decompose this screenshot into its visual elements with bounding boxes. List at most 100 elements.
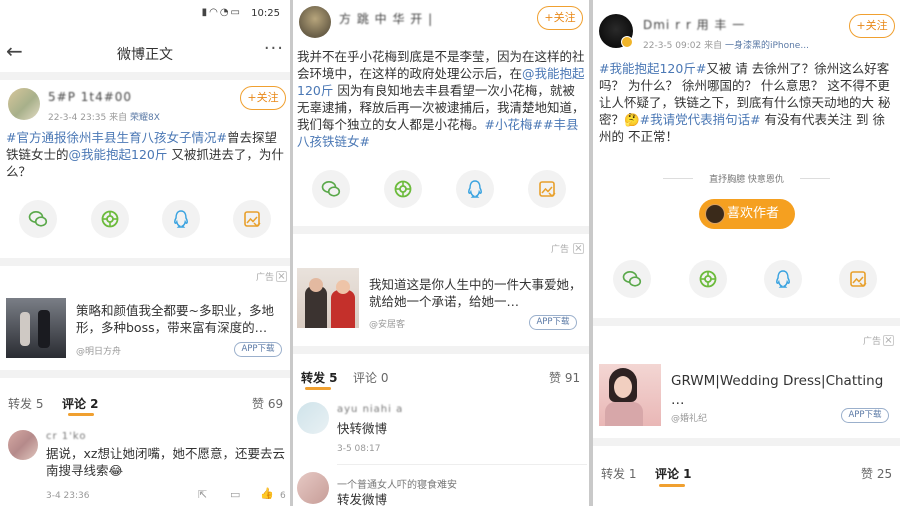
share-qq-button[interactable] (764, 260, 802, 298)
status-icons: ▮◠◔▭ (202, 7, 242, 18)
tab-comment[interactable]: 评论 2 (62, 395, 99, 412)
ad-source: @安居客 (369, 320, 406, 330)
repost-avatar[interactable] (297, 472, 329, 504)
tab-bar: 转发 5 评论 2 赞 69 (0, 392, 290, 422)
reward-note: 直抒胸臆 快意恩仇 (709, 175, 784, 185)
share-comment-icon[interactable]: ⇱ (198, 488, 207, 501)
share-qq-button[interactable] (456, 170, 494, 208)
screenshot-panel-1: ▮◠◔▭ 10:25 ← 微博正文 ··· 5#P 1t4#00 22-3-4 … (0, 0, 290, 506)
follow-button[interactable]: +关注 (240, 86, 286, 110)
ad-label: 广告 (551, 245, 570, 255)
ad-text[interactable]: 我知道这是你人生中的一件大事爱她，就给她一个承诺，给她一… (369, 276, 583, 310)
follow-button[interactable]: +关注 (849, 14, 895, 38)
username[interactable]: Dmi r r 用 丰 一 (643, 16, 745, 33)
hashtag[interactable]: #官方通报徐州丰县生育八孩女子情况# (6, 130, 227, 145)
app-download-button[interactable]: APP下载 (841, 408, 889, 423)
tab-repost[interactable]: 转发 1 (601, 465, 636, 482)
repost-avatar[interactable] (297, 402, 329, 434)
tab-repost[interactable]: 转发 5 (8, 395, 43, 412)
share-save-button[interactable] (528, 170, 566, 208)
divider (293, 346, 589, 354)
thumb-up-icon[interactable]: 👍 (260, 487, 274, 500)
hashtag[interactable]: #小花梅# (485, 117, 543, 132)
avatar[interactable] (8, 88, 40, 120)
share-save-button[interactable] (233, 200, 271, 238)
share-wechat-button[interactable] (613, 260, 651, 298)
ad-close-icon[interactable]: × (573, 243, 584, 254)
thinking-emoji: 🤔 (624, 112, 640, 127)
moments-icon (699, 270, 717, 288)
hashtag[interactable]: #我能抱起120斤# (599, 61, 706, 76)
tab-repost[interactable]: 转发 5 (301, 369, 338, 386)
share-qq-button[interactable] (162, 200, 200, 238)
comment-like-count: 6 (280, 491, 286, 501)
page-title: 微博正文 (117, 47, 173, 63)
tab-like[interactable]: 赞 91 (549, 369, 580, 386)
ad-thumbnail[interactable] (599, 364, 661, 426)
tab-bar: 转发 5 评论 0 赞 91 (293, 366, 589, 396)
follow-button[interactable]: +关注 (537, 6, 583, 30)
more-dots-icon[interactable]: ··· (264, 38, 284, 59)
ad-thumbnail[interactable] (6, 298, 66, 358)
divider (337, 464, 587, 465)
qq-icon (776, 270, 790, 288)
tab-indicator (659, 484, 685, 487)
share-moments-button[interactable] (689, 260, 727, 298)
comment-avatar[interactable] (8, 430, 38, 460)
post-device[interactable]: 一身漆黑的iPhone... (725, 41, 809, 51)
mention-link[interactable]: @我能抱起120斤 (69, 147, 168, 162)
share-wechat-button[interactable] (312, 170, 350, 208)
share-moments-button[interactable] (384, 170, 422, 208)
app-download-button[interactable]: APP下载 (234, 342, 282, 357)
repost-username[interactable]: ayu niahi a (337, 404, 403, 415)
wifi-icon: ◠ (209, 7, 220, 18)
divider (0, 258, 290, 266)
ad-thumbnail[interactable] (297, 268, 359, 328)
share-wechat-button[interactable] (19, 200, 57, 238)
share-moments-button[interactable] (91, 200, 129, 238)
divider (663, 178, 693, 179)
hashtag[interactable]: #我请党代表捎句话# (640, 112, 761, 127)
ad-figure (20, 312, 30, 346)
tab-comment[interactable]: 评论 0 (353, 369, 388, 386)
ad-figure (336, 280, 350, 294)
share-save-button[interactable] (839, 260, 877, 298)
post-time: 22-3-5 09:02 (643, 41, 702, 51)
post-meta: 22-3-5 09:02 来自 一身漆黑的iPhone... (643, 38, 809, 51)
share-row (593, 260, 900, 300)
wechat-icon (622, 271, 642, 287)
verified-badge-icon (621, 36, 633, 48)
tab-like[interactable]: 赞 69 (252, 395, 283, 412)
like-author-label: 喜欢作者 (726, 206, 779, 221)
save-image-icon (539, 181, 556, 198)
ad-close-icon[interactable]: × (883, 335, 894, 346)
like-author-button[interactable]: 喜欢作者 (699, 199, 795, 229)
reply-icon[interactable]: ▭ (230, 488, 240, 501)
ad-text[interactable]: GRWM|Wedding Dress|Chatting … (671, 372, 893, 410)
ad-figure (605, 402, 643, 426)
comment-username[interactable]: cr 1'ko (46, 431, 86, 442)
ad-close-icon[interactable]: × (276, 271, 287, 282)
avatar[interactable] (299, 6, 331, 38)
ad-source: @婚礼纪 (671, 414, 708, 424)
ad-figure (331, 290, 355, 328)
repost-username[interactable]: 一个普通女人吓的寝食难安 (337, 476, 457, 491)
wechat-icon (321, 181, 341, 197)
sim-icon: ▮ (201, 7, 210, 18)
ad-text[interactable]: 策略和颜值我全都要~多职业，多地形，多种boss，带来富有深度的… (76, 302, 284, 336)
divider (593, 318, 900, 326)
comment-time: 3-4 23:36 (46, 491, 90, 501)
username[interactable]: 方 跳 中 华 开 | (339, 10, 433, 27)
status-bar: ▮◠◔▭ 10:25 (0, 0, 290, 26)
tab-like[interactable]: 赞 25 (861, 465, 892, 482)
alarm-icon: ◔ (219, 7, 231, 18)
app-download-button[interactable]: APP下载 (529, 315, 577, 330)
username[interactable]: 5#P 1t4#00 (48, 90, 132, 104)
wechat-icon (28, 211, 48, 227)
tab-comment[interactable]: 评论 1 (655, 465, 692, 482)
post-time: 22-3-4 23:35 (48, 113, 107, 123)
screenshot-panel-2: 方 跳 中 华 开 | +关注 我并不在乎小花梅到底是不是李莹，因为在这样的社会… (293, 0, 589, 506)
tab-indicator (305, 387, 331, 390)
repost-text: 快转微博 (337, 421, 388, 436)
post-device[interactable]: 荣耀8X (130, 113, 160, 123)
